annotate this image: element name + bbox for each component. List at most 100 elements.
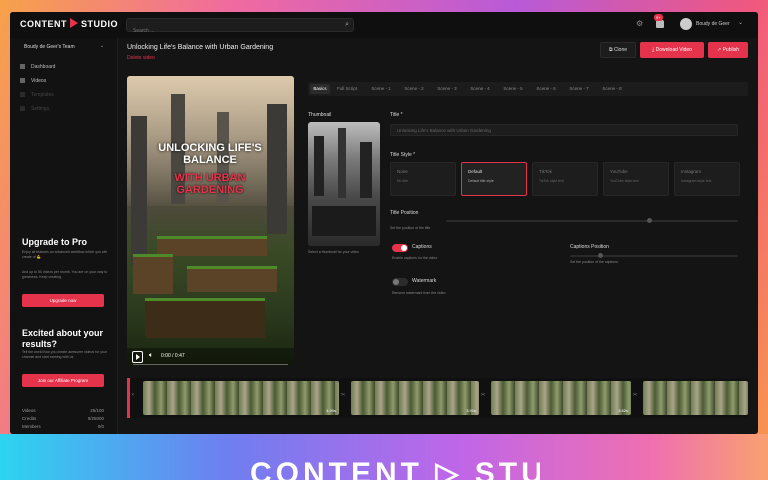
tab-scene-5[interactable]: Scene - 5 <box>498 84 528 94</box>
sidebar-item-settings[interactable]: Settings <box>20 106 49 116</box>
thumbnail-label: Thumbnail <box>308 112 332 118</box>
video-garden-bed <box>187 266 277 292</box>
toggle-dot <box>393 279 399 285</box>
gear-icon <box>20 106 25 111</box>
timeline-clip[interactable]: 4.90s <box>143 381 339 415</box>
stat-label: Members <box>22 424 41 429</box>
stat-value: 0/0 <box>97 424 104 429</box>
upgrade-button[interactable]: Upgrade now <box>22 294 104 307</box>
upgrade-text-2: And up to 50 videos per month. You are o… <box>22 270 108 279</box>
logo[interactable]: CONTENT STUDIO <box>20 18 118 29</box>
title-position-knob[interactable] <box>647 218 652 223</box>
delete-video-link[interactable]: Delete video <box>127 55 155 61</box>
clip-separator-icon: ›‹ <box>341 392 345 398</box>
search-input[interactable] <box>127 25 327 37</box>
stat-members: Members 0/0 <box>22 424 104 429</box>
editor-tabs: Basics Full Script Scene - 1 Scene - 2 S… <box>308 82 748 96</box>
clip-separator-icon: ›‹ <box>633 392 637 398</box>
footer-logo-part1: CONTENT <box>250 457 423 480</box>
title-input[interactable] <box>390 124 738 136</box>
notification-bell-icon[interactable] <box>656 20 664 28</box>
style-name: Instagram <box>681 169 702 174</box>
sidebar-item-videos[interactable]: Videos <box>20 78 46 88</box>
timeline-playhead[interactable] <box>127 378 130 418</box>
search-bar: ⌕ <box>126 18 354 37</box>
grid-icon <box>20 64 25 69</box>
captions-position-knob[interactable] <box>598 253 603 258</box>
template-icon <box>20 92 25 97</box>
clone-label: Clone <box>613 47 628 53</box>
tab-full-script[interactable]: Full Script <box>332 84 362 94</box>
tab-scene-1[interactable]: Scene - 1 <box>366 84 396 94</box>
stat-value: 26/100 <box>90 408 104 413</box>
video-progress-bar[interactable] <box>133 364 288 365</box>
clip-duration: 4.90s <box>326 408 336 413</box>
affiliate-text: Tell the world how you create awesome vi… <box>22 350 108 359</box>
stat-videos: Videos 26/100 <box>22 408 104 413</box>
style-card-none[interactable]: None No title <box>390 162 456 196</box>
publish-button[interactable]: ↗ Publish <box>708 42 748 58</box>
style-desc: TikTok style text <box>539 179 564 183</box>
settings-gear-icon[interactable]: ⚙ <box>636 19 643 28</box>
style-desc: No title <box>397 179 408 183</box>
play-icon[interactable] <box>132 351 143 363</box>
notification-badge: 9+ <box>654 14 663 21</box>
style-desc: YouTube style text <box>610 179 639 183</box>
style-desc: Instagram style text <box>681 179 712 183</box>
clone-button[interactable]: ⧉ Clone <box>600 42 636 58</box>
chevron-down-icon[interactable]: ⌄ <box>738 19 743 26</box>
captions-position-slider[interactable] <box>570 255 738 257</box>
chevron-down-icon[interactable]: ⌄ <box>100 43 104 49</box>
tab-scene-8[interactable]: Scene - 8 <box>597 84 627 94</box>
clip-duration: 3.91s <box>466 408 476 413</box>
tab-scene-6[interactable]: Scene - 6 <box>531 84 561 94</box>
timeline-clip[interactable]: 3.91s <box>351 381 479 415</box>
avatar[interactable] <box>680 18 692 30</box>
video-preview[interactable]: UNLOCKING LIFE'S BALANCE WITH URBAN GARD… <box>127 76 294 366</box>
style-name: YouTube <box>610 169 628 174</box>
download-video-button[interactable]: ⤓ Download Video <box>640 42 704 58</box>
sidebar-item-templates[interactable]: Templates <box>20 92 54 102</box>
tab-scene-7[interactable]: Scene - 7 <box>564 84 594 94</box>
style-card-instagram[interactable]: Instagram Instagram style text <box>674 162 740 196</box>
search-icon[interactable]: ⌕ <box>345 21 349 29</box>
video-caption-line1: UNLOCKING LIFE'S BALANCE <box>158 142 262 166</box>
captions-label: Captions <box>412 244 432 250</box>
tab-basics[interactable]: Basics <box>310 84 330 94</box>
volume-icon[interactable]: 🔈︎ <box>149 352 153 360</box>
title-position-hint: Set the position of the title <box>390 226 431 230</box>
page-title: Unlocking Life's Balance with Urban Gard… <box>127 44 274 51</box>
sidebar-item-label: Videos <box>31 78 47 84</box>
style-card-tiktok[interactable]: TikTok TikTok style text <box>532 162 598 196</box>
captions-toggle[interactable] <box>392 244 408 252</box>
style-card-default[interactable]: Default Default title style <box>461 162 527 196</box>
stat-value: 0/25000 <box>87 416 104 421</box>
style-name: TikTok <box>539 169 552 174</box>
captions-hint: Enable captions for the video <box>392 256 438 260</box>
video-garden-bed <box>145 298 265 338</box>
upgrade-title: Upgrade to Pro <box>22 237 88 247</box>
style-desc: Default title style <box>468 179 494 183</box>
timeline-clip[interactable] <box>643 381 748 415</box>
affiliate-button[interactable]: Join our Affiliate Program <box>22 374 104 387</box>
user-name[interactable]: Boudy de Geer <box>696 21 730 27</box>
tab-scene-3[interactable]: Scene - 3 <box>432 84 462 94</box>
upgrade-text: Enjoy all features an advanced workflow … <box>22 250 107 259</box>
stat-credits: Credits 0/25000 <box>22 416 104 421</box>
title-position-slider[interactable] <box>446 220 738 222</box>
thumbnail-building <box>360 142 372 198</box>
sidebar-item-label: Dashboard <box>31 64 56 70</box>
tab-scene-4[interactable]: Scene - 4 <box>465 84 495 94</box>
timeline[interactable]: ‹ 4.90s ›‹ 3.91s ›‹ 3.82s ›‹ <box>127 378 748 418</box>
watermark-toggle[interactable] <box>392 278 408 286</box>
tab-scene-2[interactable]: Scene - 2 <box>399 84 429 94</box>
style-card-youtube[interactable]: YouTube YouTube style text <box>603 162 669 196</box>
thumbnail-image[interactable] <box>308 122 380 246</box>
video-caption-line2: WITH URBAN GARDENING <box>174 172 246 196</box>
timeline-clip[interactable]: 3.82s <box>491 381 631 415</box>
play-logo-icon <box>70 18 78 28</box>
footer-play-icon: ▷ <box>435 457 463 480</box>
sidebar-item-dashboard[interactable]: Dashboard <box>20 64 55 74</box>
team-selector[interactable]: Boudy de Geer's Team <box>24 44 75 50</box>
app-window: CONTENT STUDIO ⌕ ⚙ 9+ Boudy de Geer ⌄ Bou… <box>10 12 758 434</box>
